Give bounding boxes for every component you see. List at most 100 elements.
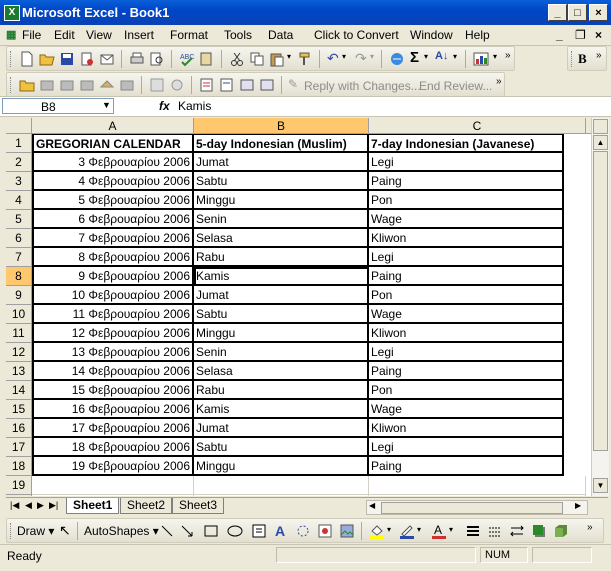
name-box[interactable]: B8 bbox=[2, 98, 114, 114]
row-header[interactable]: 20 bbox=[6, 495, 32, 496]
cell-a8[interactable]: 9 Φεβρουαρίου 2006 bbox=[32, 267, 194, 286]
spelling-icon[interactable]: ABC bbox=[179, 51, 195, 67]
cell-a20[interactable] bbox=[32, 495, 194, 496]
rectangle-icon[interactable] bbox=[203, 523, 219, 539]
cell-a11[interactable]: 12 Φεβρουαρίου 2006 bbox=[32, 324, 194, 343]
toolbar-grip[interactable] bbox=[10, 51, 14, 67]
chart-wizard-icon[interactable] bbox=[473, 51, 489, 67]
row-header[interactable]: 3 bbox=[6, 172, 32, 191]
shadow-style-icon[interactable] bbox=[531, 523, 547, 539]
cell-c4[interactable]: Pon bbox=[369, 191, 564, 210]
copy-icon[interactable] bbox=[249, 51, 265, 67]
toolbar-grip[interactable] bbox=[571, 51, 575, 67]
reply-icon[interactable]: ✎ bbox=[288, 77, 298, 91]
cell-c1[interactable]: 7-day Indonesian (Javanese) bbox=[369, 134, 564, 153]
undo-icon[interactable]: ↶ bbox=[327, 50, 339, 67]
cell-a1[interactable]: GREGORIAN CALENDAR bbox=[32, 134, 194, 153]
review-icon-12[interactable] bbox=[259, 77, 275, 93]
scroll-up-icon[interactable]: ▲ bbox=[593, 135, 608, 150]
cell-c13[interactable]: Paing bbox=[369, 362, 564, 381]
line-color-icon[interactable] bbox=[399, 523, 415, 539]
cell-a9[interactable]: 10 Φεβρουαρίου 2006 bbox=[32, 286, 194, 305]
insert-function-icon[interactable]: fx bbox=[159, 99, 170, 113]
undo-dropdown-icon[interactable]: ▾ bbox=[342, 52, 346, 61]
cell-c17[interactable]: Legi bbox=[369, 438, 564, 457]
cell-b2[interactable]: Jumat bbox=[194, 153, 369, 172]
cell-b9[interactable]: Jumat bbox=[194, 286, 369, 305]
cell-a17[interactable]: 18 Φεβρουαρίου 2006 bbox=[32, 438, 194, 457]
menu-data[interactable]: Data bbox=[268, 28, 293, 42]
cut-icon[interactable] bbox=[229, 51, 245, 67]
review-icon-3[interactable] bbox=[59, 77, 75, 93]
cell-c6[interactable]: Kliwon bbox=[369, 229, 564, 248]
menu-format[interactable]: Format bbox=[170, 28, 208, 42]
scroll-down-icon[interactable]: ▼ bbox=[593, 478, 608, 493]
sort-ascending-icon[interactable]: A↓ bbox=[435, 50, 448, 62]
cell-a15[interactable]: 16 Φεβρουαρίου 2006 bbox=[32, 400, 194, 419]
excel-app-icon[interactable]: X bbox=[4, 5, 20, 21]
cell-a3[interactable]: 4 Φεβρουαρίου 2006 bbox=[32, 172, 194, 191]
cell-b17[interactable]: Sabtu bbox=[194, 438, 369, 457]
cell-b11[interactable]: Minggu bbox=[194, 324, 369, 343]
reply-with-changes-button[interactable]: Reply with Changes... bbox=[304, 79, 421, 93]
font-color-dropdown-icon[interactable]: ▾ bbox=[449, 525, 453, 534]
review-folder-icon[interactable] bbox=[19, 77, 35, 93]
name-box-dropdown-icon[interactable]: ▼ bbox=[102, 100, 111, 110]
line-style-icon[interactable] bbox=[465, 523, 481, 539]
track-changes-icon[interactable] bbox=[199, 77, 215, 93]
review-icon-7[interactable] bbox=[149, 77, 165, 93]
formula-input[interactable]: Kamis bbox=[178, 99, 211, 113]
diagram-icon[interactable] bbox=[295, 523, 311, 539]
redo-dropdown-icon[interactable]: ▾ bbox=[370, 52, 374, 61]
cell-a14[interactable]: 15 Φεβρουαρίου 2006 bbox=[32, 381, 194, 400]
last-sheet-icon[interactable]: ▶| bbox=[49, 500, 58, 511]
cell-b12[interactable]: Senin bbox=[194, 343, 369, 362]
cell-a6[interactable]: 7 Φεβρουαρίου 2006 bbox=[32, 229, 194, 248]
cell-b10[interactable]: Sabtu bbox=[194, 305, 369, 324]
toolbar-grip[interactable] bbox=[10, 77, 14, 93]
hyperlink-icon[interactable] bbox=[389, 51, 405, 67]
cell-c20[interactable] bbox=[369, 495, 586, 496]
select-objects-icon[interactable]: ↖ bbox=[59, 522, 71, 539]
cell-b13[interactable]: Selasa bbox=[194, 362, 369, 381]
cell-b1[interactable]: 5-day Indonesian (Muslim) bbox=[194, 134, 369, 153]
first-sheet-icon[interactable]: |◀ bbox=[10, 500, 19, 511]
redo-icon[interactable]: ↷ bbox=[355, 50, 367, 67]
cell-b5[interactable]: Senin bbox=[194, 210, 369, 229]
review-icon-2[interactable] bbox=[39, 77, 55, 93]
cell-b4[interactable]: Minggu bbox=[194, 191, 369, 210]
textbox-icon[interactable] bbox=[251, 523, 267, 539]
font-color-icon[interactable]: A bbox=[431, 523, 447, 539]
cell-b8[interactable]: Kamis bbox=[194, 267, 369, 286]
doc-restore-button[interactable]: ❐ bbox=[575, 28, 586, 42]
autosum-icon[interactable]: Σ bbox=[410, 49, 419, 66]
column-header-c[interactable]: C bbox=[369, 118, 586, 134]
review-icon-6[interactable] bbox=[119, 77, 135, 93]
split-box[interactable] bbox=[593, 119, 608, 134]
fill-color-dropdown-icon[interactable]: ▾ bbox=[387, 525, 391, 534]
cell-c5[interactable]: Wage bbox=[369, 210, 564, 229]
scroll-left-icon[interactable]: ◀ bbox=[369, 501, 375, 510]
menu-click-to-convert[interactable]: Click to Convert bbox=[314, 28, 399, 42]
toolbar-options-icon[interactable]: » bbox=[496, 76, 502, 87]
cell-c18[interactable]: Paing bbox=[369, 457, 564, 476]
cell-a13[interactable]: 14 Φεβρουαρίου 2006 bbox=[32, 362, 194, 381]
cell-b15[interactable]: Kamis bbox=[194, 400, 369, 419]
paste-icon[interactable] bbox=[269, 51, 285, 67]
cell-b3[interactable]: Sabtu bbox=[194, 172, 369, 191]
menu-tools[interactable]: Tools bbox=[224, 28, 252, 42]
column-header-a[interactable]: A bbox=[32, 118, 194, 134]
column-header-b[interactable]: B bbox=[194, 118, 369, 134]
cell-c19[interactable] bbox=[369, 476, 586, 495]
doc-minimize-button[interactable]: _ bbox=[556, 28, 563, 42]
clipart-icon[interactable] bbox=[317, 523, 333, 539]
cell-c3[interactable]: Paing bbox=[369, 172, 564, 191]
cell-a12[interactable]: 13 Φεβρουαρίου 2006 bbox=[32, 343, 194, 362]
row-header[interactable]: 2 bbox=[6, 153, 32, 172]
cell-a4[interactable]: 5 Φεβρουαρίου 2006 bbox=[32, 191, 194, 210]
row-header[interactable]: 12 bbox=[6, 343, 32, 362]
cell-c10[interactable]: Wage bbox=[369, 305, 564, 324]
cell-b16[interactable]: Jumat bbox=[194, 419, 369, 438]
menu-edit[interactable]: Edit bbox=[54, 28, 75, 42]
cell-a18[interactable]: 19 Φεβρουαρίου 2006 bbox=[32, 457, 194, 476]
